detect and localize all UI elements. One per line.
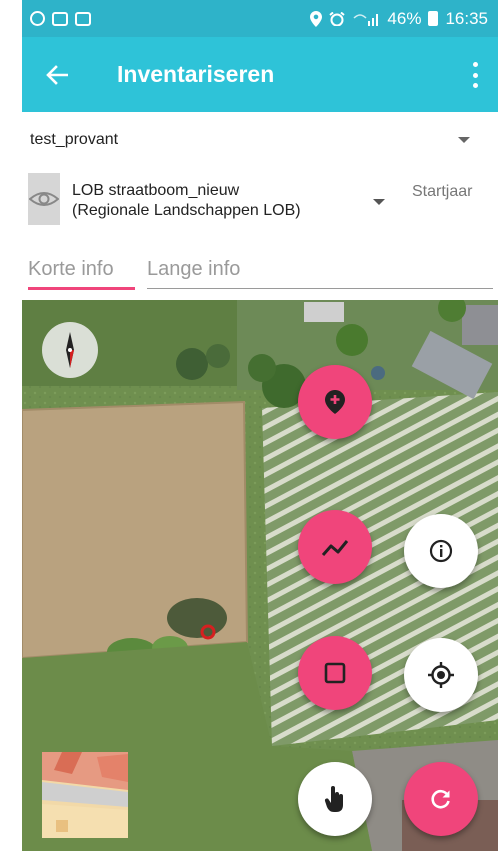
project-selected: test_provant xyxy=(30,130,119,148)
page-title: Inventariseren xyxy=(117,61,275,87)
draw-line-button[interactable] xyxy=(298,510,372,584)
mini-map-image xyxy=(42,752,128,838)
clock: 16:35 xyxy=(445,8,488,28)
arrow-left-icon xyxy=(46,64,68,85)
tab-lange-info[interactable]: Lange info xyxy=(147,258,240,281)
layer-name-line1: LOB straatboom_nieuw xyxy=(72,182,240,199)
map-view[interactable] xyxy=(22,300,498,851)
locate-button[interactable] xyxy=(404,638,478,712)
status-bar: 46% 16:35 xyxy=(22,0,498,37)
app-screen: 46% 16:35 Inventariseren test_provant LO… xyxy=(22,0,498,851)
map-pin-plus-icon xyxy=(325,390,345,414)
layer-name-line2: (Regionale Landschappen LOB) xyxy=(72,202,301,219)
draw-polygon-button[interactable] xyxy=(298,636,372,710)
app-bar: Inventariseren xyxy=(22,37,498,112)
eye-icon xyxy=(29,192,59,206)
battery-icon xyxy=(428,11,439,26)
polyline-icon xyxy=(321,540,349,556)
refresh-button[interactable] xyxy=(404,762,478,836)
calendar-icon xyxy=(52,11,68,26)
status-icons-left xyxy=(30,11,91,26)
layer-dropdown[interactable]: LOB straatboom_nieuw (Regionale Landscha… xyxy=(22,167,498,242)
status-icons-right: 46% 16:35 xyxy=(310,9,488,29)
tab-active-indicator xyxy=(28,287,135,290)
location-icon xyxy=(310,10,323,27)
hand-pointer-icon xyxy=(324,786,343,812)
overflow-menu-button[interactable] xyxy=(470,62,480,88)
battery-percent: 46% xyxy=(387,8,422,28)
tab-korte-info[interactable]: Korte info xyxy=(28,258,114,281)
eye-comfort-icon xyxy=(30,11,45,26)
crosshair-icon xyxy=(428,662,454,688)
compass-button[interactable] xyxy=(42,322,98,378)
chevron-down-icon xyxy=(458,137,470,143)
info-icon xyxy=(429,539,453,563)
chevron-down-icon xyxy=(373,199,385,205)
tab-underline xyxy=(147,288,493,289)
screenshot-icon xyxy=(75,11,91,26)
info-button[interactable] xyxy=(404,514,478,588)
startjaar-label: Startjaar xyxy=(412,183,473,200)
project-dropdown[interactable]: test_provant xyxy=(22,112,498,167)
layer-name: LOB straatboom_nieuw (Regionale Landscha… xyxy=(72,181,372,221)
alarm-icon xyxy=(329,11,346,26)
add-point-button[interactable] xyxy=(298,365,372,439)
layer-visibility-toggle[interactable] xyxy=(28,173,60,225)
overview-map-thumbnail[interactable] xyxy=(42,752,128,838)
info-tabs: Korte info Lange info xyxy=(22,252,498,294)
signal-icon xyxy=(353,13,379,26)
back-button[interactable] xyxy=(22,37,92,112)
more-vertical-icon xyxy=(472,62,478,67)
compass-icon xyxy=(66,332,74,368)
select-button[interactable] xyxy=(298,762,372,836)
refresh-icon xyxy=(431,789,450,809)
square-icon xyxy=(324,662,346,684)
